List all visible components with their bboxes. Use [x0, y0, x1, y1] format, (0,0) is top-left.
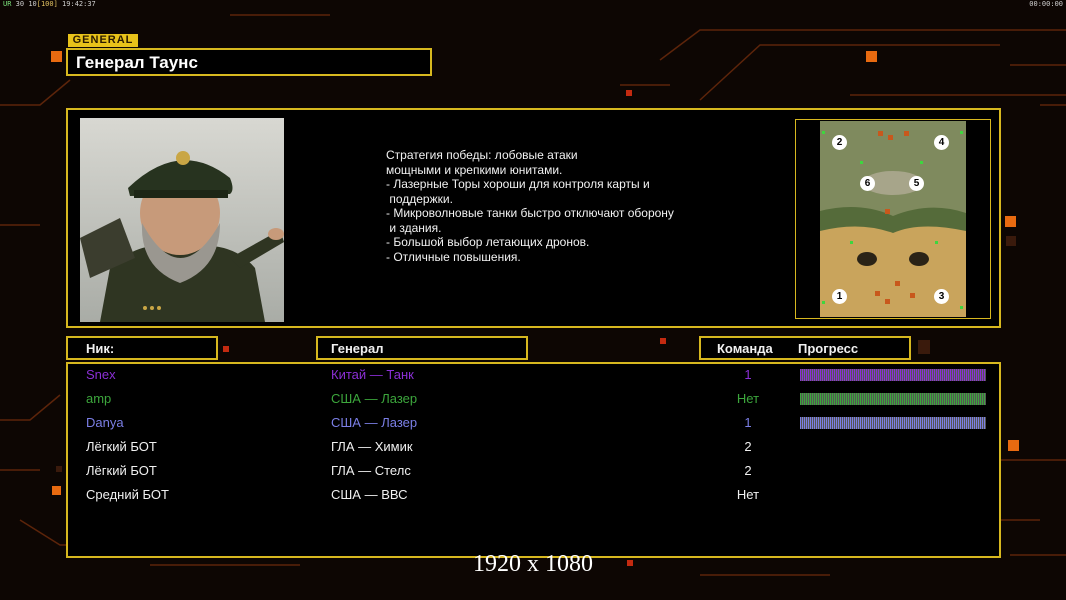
general-name: Генерал Таунс	[76, 53, 198, 72]
player-progress-bar	[800, 393, 986, 405]
player-general: США — Лазер	[331, 415, 418, 430]
player-nick: Snex	[86, 367, 116, 382]
header-team-progress: Команда Прогресс	[699, 336, 911, 360]
map-slot-2: 2	[832, 135, 847, 150]
general-tag: GENERAL	[68, 34, 138, 47]
header-general: Генерал	[316, 336, 528, 360]
player-nick: amp	[86, 391, 112, 406]
players-list: Snex Китай — Танк 1 amp США — Лазер Нет Danya С…	[66, 362, 1001, 558]
header-nick: Ник:	[66, 336, 218, 360]
map-slot-4: 4	[934, 135, 949, 150]
map-slot-3: 3	[934, 289, 949, 304]
header-progress-label: Прогресс	[798, 341, 859, 356]
player-row[interactable]: Лёгкий БОТ ГЛА — Химик 2	[68, 436, 999, 460]
player-general: ГЛА — Химик	[331, 439, 413, 454]
player-general: США — Лазер	[331, 391, 418, 406]
debug-hud-left: UR 30 10[100] 19:42:37	[3, 0, 96, 9]
player-general: США — ВВС	[331, 487, 408, 502]
description-line: - Отличные повышения.	[386, 249, 521, 264]
player-row[interactable]: amp США — Лазер Нет	[68, 388, 999, 412]
hud-clock: 19:42:37	[62, 0, 96, 8]
player-team: 1	[744, 415, 752, 430]
player-nick: Лёгкий БОТ	[86, 439, 157, 454]
map-slot-6: 6	[860, 176, 875, 191]
player-team: 1	[744, 367, 752, 382]
description-line: - Лазерные Торы хороши для контроля карт…	[386, 177, 650, 191]
general-portrait	[80, 118, 284, 322]
general-info-panel: Стратегия победы: лобовые атаки мощными …	[66, 108, 1001, 328]
header-team-label: Команда	[717, 341, 773, 356]
player-team: 2	[744, 463, 752, 478]
hud-fps: 30	[15, 0, 25, 8]
map-slot-5: 5	[909, 176, 924, 191]
player-general: ГЛА — Стелс	[331, 463, 411, 478]
resolution-label: 1920 x 1080	[473, 551, 593, 577]
map-preview-image	[820, 121, 966, 317]
debug-hud-right: 00:00:00	[1029, 0, 1063, 9]
game-timer: 00:00:00	[1029, 0, 1063, 8]
player-nick: Danya	[86, 415, 124, 430]
player-team: 2	[744, 439, 752, 454]
player-row[interactable]: Средний БОТ США — ВВС Нет	[68, 484, 999, 508]
player-general: Китай — Танк	[331, 367, 414, 382]
player-row[interactable]: Snex Китай — Танк 1	[68, 364, 999, 388]
player-team: Нет	[736, 391, 760, 406]
player-nick: Средний БОТ	[86, 487, 169, 502]
hud-flag: UR	[3, 0, 12, 8]
player-nick: Лёгкий БОТ	[86, 463, 157, 478]
map-preview[interactable]: 2 4 6 5 1 3	[820, 121, 966, 317]
description-line: поддержки.	[386, 191, 453, 206]
description-line: и здания.	[386, 220, 442, 235]
description-line: - Микроволновые танки быстро отключают о…	[386, 206, 674, 220]
description-line: Стратегия победы: лобовые атаки	[386, 148, 578, 162]
header-general-label: Генерал	[331, 341, 384, 356]
header-nick-label: Ник:	[86, 341, 115, 356]
player-row[interactable]: Лёгкий БОТ ГЛА — Стелс 2	[68, 460, 999, 484]
player-progress-bar	[800, 369, 986, 381]
general-description: Стратегия победы: лобовые атаки мощными …	[386, 148, 726, 264]
player-team: Нет	[736, 487, 760, 502]
map-preview-frame: 2 4 6 5 1 3	[795, 119, 991, 319]
general-title-box: Генерал Таунс	[66, 48, 432, 76]
hud-bracket-value: [100]	[36, 0, 58, 8]
general-portrait-image	[80, 118, 284, 322]
player-progress-bar	[800, 417, 986, 429]
description-line: мощными и крепкими юнитами.	[386, 162, 563, 177]
player-row[interactable]: Danya США — Лазер 1	[68, 412, 999, 436]
map-slot-1: 1	[832, 289, 847, 304]
hud-value: 10	[28, 0, 37, 8]
description-line: - Большой выбор летающих дронов.	[386, 235, 590, 249]
